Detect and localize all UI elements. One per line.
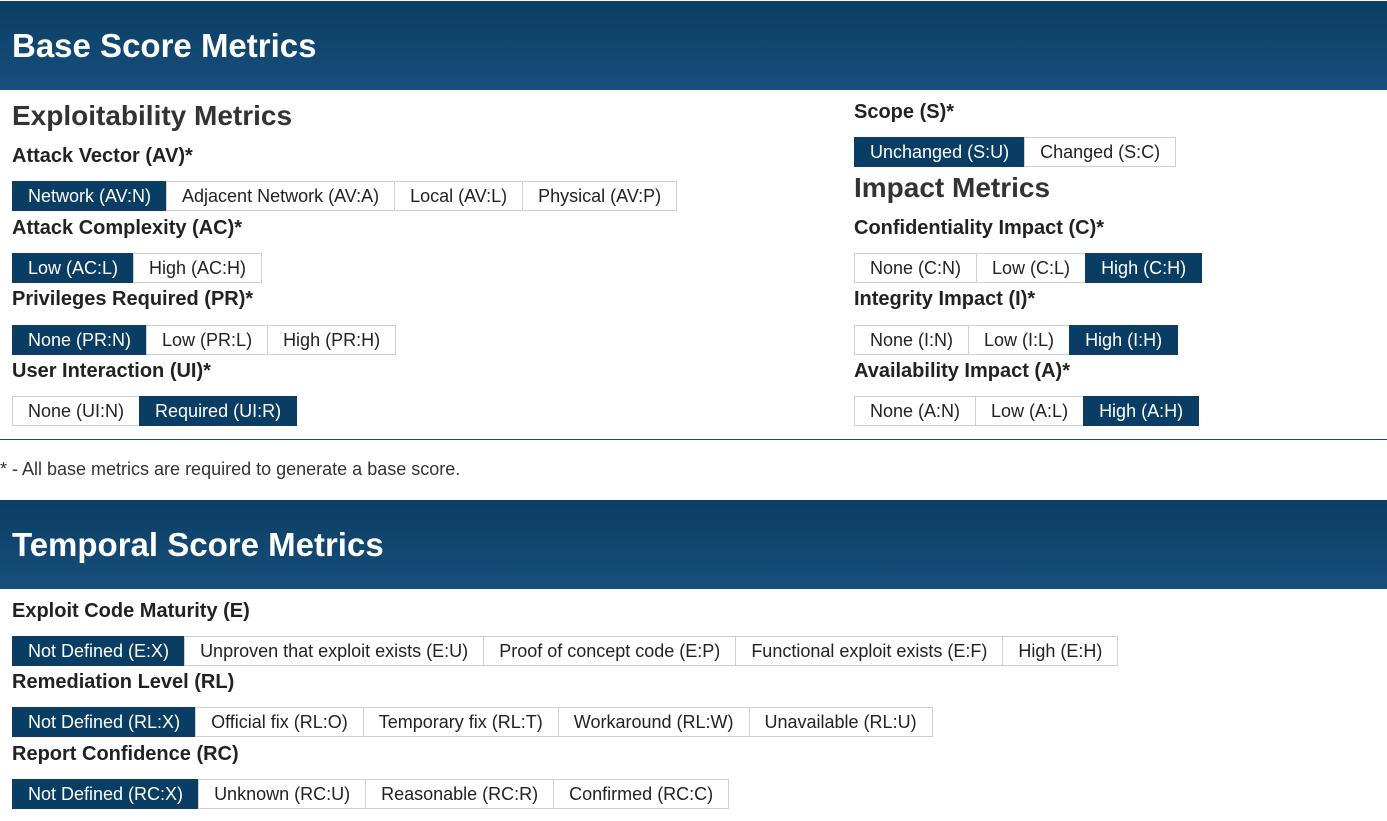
privileges-required-label: Privileges Required (PR)* [12,288,254,310]
remediation-level-label: Remediation Level (RL) [12,671,235,693]
impact-title: Impact Metrics [854,172,1051,203]
confidentiality-group: None (C:N) Low (C:L) High (C:H) [854,253,1203,283]
exploit-code-maturity-option-4[interactable]: High (E:H) [1002,636,1119,666]
confidentiality-label: Confidentiality Impact (C)* [854,217,1105,239]
integrity-label: Integrity Impact (I)* [854,288,1036,310]
privileges-required-option-2[interactable]: High (PR:H) [267,325,397,355]
attack-vector-option-2[interactable]: Local (AV:L) [394,181,524,211]
report-confidence-label: Report Confidence (RC) [12,743,239,765]
remediation-level-option-3[interactable]: Workaround (RL:W) [557,707,750,737]
temporal-score-header: Temporal Score Metrics [0,500,1387,589]
remediation-level-group: Not Defined (RL:X) Official fix (RL:O) Tem… [12,707,933,737]
attack-complexity-option-0[interactable]: Low (AC:L) [12,253,135,283]
base-score-header: Base Score Metrics [0,1,1387,90]
report-confidence-option-2[interactable]: Reasonable (RC:R) [365,779,555,809]
remediation-level-option-1[interactable]: Official fix (RL:O) [195,707,364,737]
privileges-required-option-1[interactable]: Low (PR:L) [146,325,269,355]
base-metrics-panel: Exploitability Metrics Attack Vector (AV… [0,90,1387,440]
exploit-code-maturity-option-2[interactable]: Proof of concept code (E:P) [483,636,737,666]
remediation-level-option-2[interactable]: Temporary fix (RL:T) [362,707,559,737]
temporal-metrics-panel: Exploit Code Maturity (E) Not Defined (E… [0,589,1387,821]
temporal-score-title: Temporal Score Metrics [12,525,384,563]
attack-vector-group: Network (AV:N) Adjacent Network (AV:A) Loc… [12,181,678,211]
attack-vector-label: Attack Vector (AV)* [12,145,193,167]
user-interaction-option-0[interactable]: None (UI:N) [12,396,141,426]
privileges-required-option-0[interactable]: None (PR:N) [12,325,148,355]
attack-complexity-option-1[interactable]: High (AC:H) [133,253,263,283]
confidentiality-option-0[interactable]: None (C:N) [854,253,978,283]
scope-option-0[interactable]: Unchanged (S:U) [854,137,1026,167]
report-confidence-option-3[interactable]: Confirmed (RC:C) [553,779,730,809]
confidentiality-option-2[interactable]: High (C:H) [1085,253,1203,283]
exploit-code-maturity-label: Exploit Code Maturity (E) [12,600,250,622]
integrity-option-2[interactable]: High (I:H) [1069,325,1179,355]
remediation-level-option-0[interactable]: Not Defined (RL:X) [12,707,197,737]
exploit-code-maturity-option-1[interactable]: Unproven that exploit exists (E:U) [184,636,485,666]
exploit-code-maturity-group: Not Defined (E:X) Unproven that exploit e… [12,636,1119,666]
attack-vector-option-3[interactable]: Physical (AV:P) [522,181,678,211]
scope-label: Scope (S)* [854,101,955,123]
confidentiality-option-1[interactable]: Low (C:L) [976,253,1087,283]
attack-complexity-group: Low (AC:L) High (AC:H) [12,253,263,283]
availability-option-1[interactable]: Low (A:L) [975,396,1085,426]
availability-group: None (A:N) Low (A:L) High (A:H) [854,396,1200,426]
base-score-title: Base Score Metrics [12,26,317,64]
report-confidence-group: Not Defined (RC:X) Unknown (RC:U) Reasonab… [12,779,730,809]
availability-option-2[interactable]: High (A:H) [1083,396,1200,426]
exploit-code-maturity-option-0[interactable]: Not Defined (E:X) [12,636,186,666]
user-interaction-label: User Interaction (UI)* [12,360,211,382]
integrity-group: None (I:N) Low (I:L) High (I:H) [854,325,1179,355]
integrity-option-1[interactable]: Low (I:L) [968,325,1071,355]
user-interaction-group: None (UI:N) Required (UI:R) [12,396,298,426]
attack-complexity-label: Attack Complexity (AC)* [12,217,243,239]
availability-option-0[interactable]: None (A:N) [854,396,977,426]
availability-label: Availability Impact (A)* [854,360,1070,382]
report-confidence-option-1[interactable]: Unknown (RC:U) [198,779,367,809]
attack-vector-option-0[interactable]: Network (AV:N) [12,181,168,211]
scope-option-1[interactable]: Changed (S:C) [1024,137,1177,167]
integrity-option-0[interactable]: None (I:N) [854,325,970,355]
exploit-code-maturity-option-3[interactable]: Functional exploit exists (E:F) [735,636,1004,666]
privileges-required-group: None (PR:N) Low (PR:L) High (PR:H) [12,325,397,355]
base-required-note: * - All base metrics are required to gen… [0,459,461,479]
report-confidence-option-0[interactable]: Not Defined (RC:X) [12,779,200,809]
attack-vector-option-1[interactable]: Adjacent Network (AV:A) [166,181,396,211]
remediation-level-option-4[interactable]: Unavailable (RL:U) [748,707,933,737]
scope-group: Unchanged (S:U) Changed (S:C) [854,137,1177,167]
user-interaction-option-1[interactable]: Required (UI:R) [139,396,298,426]
exploitability-title: Exploitability Metrics [12,100,293,131]
